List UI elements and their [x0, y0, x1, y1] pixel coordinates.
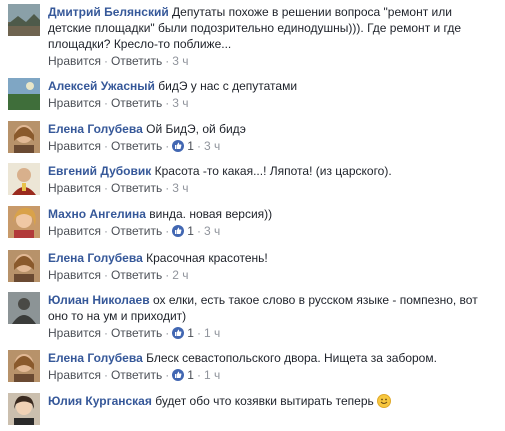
reply-button[interactable]: Ответить — [111, 54, 162, 68]
like-count[interactable]: 1 — [184, 326, 194, 340]
avatar-woman-icon[interactable] — [8, 250, 40, 282]
smile-emoji-icon — [377, 394, 392, 408]
like-count[interactable]: 1 — [184, 368, 194, 382]
like-count[interactable]: 1 — [184, 224, 194, 238]
comment-text: винда. новая версия)) — [149, 207, 273, 221]
comment-author[interactable]: Елена Голубева — [48, 122, 143, 136]
thumbs-up-icon — [172, 140, 185, 152]
comment-time[interactable]: 2 ч — [172, 268, 188, 282]
like-button[interactable]: Нравится — [48, 268, 101, 282]
comment-actions: Нравится · Ответить · 1 · 3 ч — [48, 224, 221, 238]
comment-time[interactable]: 3 ч — [204, 139, 220, 153]
comment-actions: Нравится · Ответить · 1 · 3 ч — [48, 139, 221, 153]
avatar-man-icon[interactable] — [8, 292, 40, 324]
thumbs-up-icon — [172, 225, 185, 237]
comment-author[interactable]: Елена Голубева — [48, 251, 143, 265]
avatar-landscape-icon[interactable] — [8, 78, 40, 110]
comment-author[interactable]: Махно Ангелина — [48, 207, 146, 221]
comment-actions: Нравится · Ответить · 3 ч — [48, 96, 189, 110]
comment-time[interactable]: 1 ч — [204, 368, 220, 382]
like-button[interactable]: Нравится — [48, 224, 101, 238]
comment-time[interactable]: 3 ч — [172, 96, 188, 110]
comment-text: Ой БидЭ, ой бидэ — [146, 122, 246, 136]
like-button[interactable]: Нравится — [48, 326, 101, 340]
comment-time[interactable]: 1 ч — [204, 326, 220, 340]
like-button[interactable]: Нравится — [48, 54, 101, 68]
comment-text: Красота -то какая...! Ляпота! (из царско… — [154, 164, 392, 178]
avatar-woman-icon[interactable] — [8, 121, 40, 153]
like-button[interactable]: Нравится — [48, 368, 101, 382]
comment-author[interactable]: Евгений Дубовик — [48, 164, 151, 178]
comment-time[interactable]: 3 ч — [172, 181, 188, 195]
comments-list: Дмитрий Белянский Депутаты похоже в реше… — [0, 0, 505, 431]
comment-actions: Нравится · Ответить · 3 ч — [48, 54, 189, 68]
comment-author[interactable]: Юлиан Николаев — [48, 293, 150, 307]
avatar-woman-icon[interactable] — [8, 206, 40, 238]
avatar-man-icon[interactable] — [8, 163, 40, 195]
comment-text: Блеск севастопольского двора. Нищета за … — [146, 351, 437, 365]
reply-button[interactable]: Ответить — [111, 326, 162, 340]
like-count[interactable]: 1 — [184, 139, 194, 153]
comment-author[interactable]: Елена Голубева — [48, 351, 143, 365]
like-button[interactable]: Нравится — [48, 139, 101, 153]
avatar-landscape-icon[interactable] — [8, 4, 40, 36]
comment-actions: Нравится · Ответить · 1 · 1 ч — [48, 368, 221, 382]
comment-actions: Нравится · Ответить · 1 · 1 ч — [48, 326, 221, 340]
reply-button[interactable]: Ответить — [111, 368, 162, 382]
comment-actions: Нравится · Ответить · 2 ч — [48, 268, 189, 282]
avatar-woman-icon[interactable] — [8, 393, 40, 425]
comment-author[interactable]: Алексей Ужасный — [48, 79, 155, 93]
comment-text: бидЭ у нас с депутатами — [158, 79, 298, 93]
like-button[interactable]: Нравится — [48, 96, 101, 110]
reply-button[interactable]: Ответить — [111, 181, 162, 195]
reply-button[interactable]: Ответить — [111, 139, 162, 153]
reply-button[interactable]: Ответить — [111, 268, 162, 282]
reply-button[interactable]: Ответить — [111, 96, 162, 110]
like-button[interactable]: Нравится — [48, 181, 101, 195]
thumbs-up-icon — [172, 327, 185, 339]
comment-actions: Нравится · Ответить · 3 ч — [48, 181, 189, 195]
comment-time[interactable]: 3 ч — [172, 54, 188, 68]
reply-button[interactable]: Ответить — [111, 224, 162, 238]
comment-author[interactable]: Юлия Курганская — [48, 394, 152, 408]
avatar-woman-icon[interactable] — [8, 350, 40, 382]
comment-text: будет обо что козявки вытирать теперь — [155, 394, 374, 408]
comment-author[interactable]: Дмитрий Белянский — [48, 5, 169, 19]
comment-text: Красочная красотень! — [146, 251, 268, 265]
thumbs-up-icon — [172, 369, 185, 381]
comment-time[interactable]: 3 ч — [204, 224, 220, 238]
